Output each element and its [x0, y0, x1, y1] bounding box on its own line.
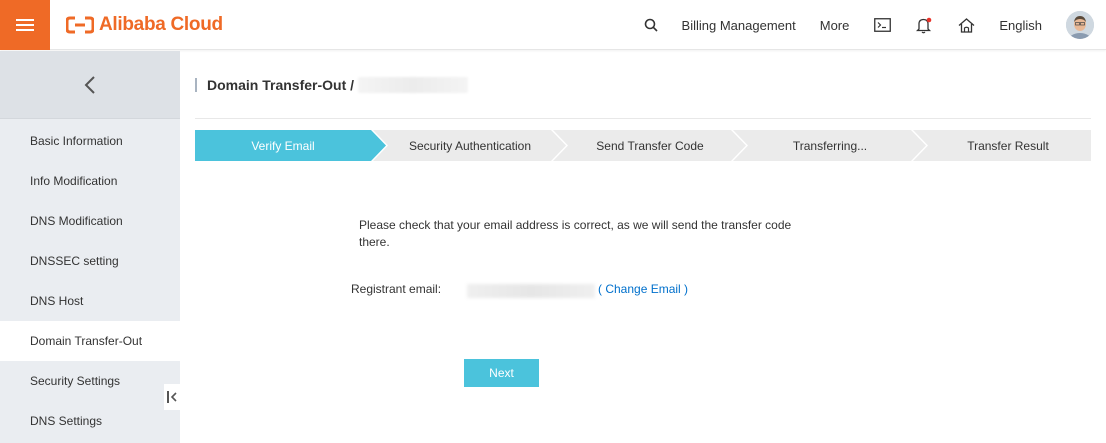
- chevron-left-icon: [84, 75, 95, 94]
- change-email-link[interactable]: ( Change Email ): [598, 282, 688, 296]
- sidebar-item-dns-host[interactable]: DNS Host: [0, 281, 180, 321]
- user-avatar[interactable]: [1066, 11, 1094, 39]
- sidebar-item-basic-information[interactable]: Basic Information: [0, 121, 180, 161]
- next-button[interactable]: Next: [464, 359, 539, 387]
- hamburger-menu-button[interactable]: [0, 0, 50, 50]
- hamburger-icon: [16, 19, 34, 31]
- alibaba-cloud-logo[interactable]: Alibaba Cloud: [66, 14, 223, 36]
- redacted-registrant-email: [467, 284, 595, 298]
- sidebar: Basic Information Info Modification DNS …: [0, 51, 180, 443]
- home-icon[interactable]: [957, 16, 975, 34]
- step-label: Verify Email: [251, 138, 315, 153]
- sidebar-item-security-settings[interactable]: Security Settings: [0, 361, 180, 401]
- main-content: Domain Transfer-Out / Verify Email Secur…: [180, 51, 1106, 443]
- step-label: Transferring...: [792, 138, 868, 153]
- top-navigation-bar: Alibaba Cloud Billing Management More En…: [0, 0, 1106, 50]
- transfer-steps: Verify Email Security Authentication Sen…: [195, 130, 1091, 161]
- collapse-sidebar-icon: [167, 391, 177, 403]
- billing-management-link[interactable]: Billing Management: [682, 18, 796, 33]
- brand-name: Alibaba Cloud: [99, 14, 223, 35]
- bell-icon[interactable]: [915, 16, 933, 34]
- step-security-authentication: Security Authentication: [373, 130, 567, 161]
- step-transferring: Transferring...: [733, 130, 927, 161]
- title-divider: [195, 118, 1091, 119]
- alibaba-cloud-logo-icon: [66, 16, 94, 34]
- breadcrumb: Domain Transfer-Out /: [195, 76, 469, 94]
- more-menu[interactable]: More: [820, 18, 850, 33]
- step-label: Security Authentication: [408, 138, 532, 153]
- collapse-sidebar-button[interactable]: [164, 384, 180, 410]
- sidebar-item-info-modification[interactable]: Info Modification: [0, 161, 180, 201]
- step-send-transfer-code: Send Transfer Code: [553, 130, 747, 161]
- language-selector[interactable]: English: [999, 18, 1042, 33]
- search-icon[interactable]: [642, 16, 660, 34]
- registrant-email-label: Registrant email:: [351, 282, 442, 296]
- top-right-actions: Billing Management More English: [642, 0, 1106, 50]
- instruction-message: Please check that your email address is …: [359, 218, 792, 249]
- step-verify-email: Verify Email: [195, 130, 387, 161]
- sidebar-item-dns-modification[interactable]: DNS Modification: [0, 201, 180, 241]
- sidebar-item-domain-transfer-out[interactable]: Domain Transfer-Out: [0, 321, 180, 361]
- sidebar-item-dns-settings[interactable]: DNS Settings: [0, 401, 180, 441]
- back-button[interactable]: [0, 51, 180, 119]
- step-label: Transfer Result: [967, 138, 1049, 153]
- step-label: Send Transfer Code: [596, 138, 704, 153]
- breadcrumb-accent-bar: [195, 78, 197, 92]
- redacted-domain-name: [358, 77, 469, 93]
- step-transfer-result: Transfer Result: [913, 130, 1091, 161]
- page-title: Domain Transfer-Out /: [207, 77, 355, 93]
- terminal-icon[interactable]: [873, 16, 891, 34]
- sidebar-item-dnssec-setting[interactable]: DNSSEC setting: [0, 241, 180, 281]
